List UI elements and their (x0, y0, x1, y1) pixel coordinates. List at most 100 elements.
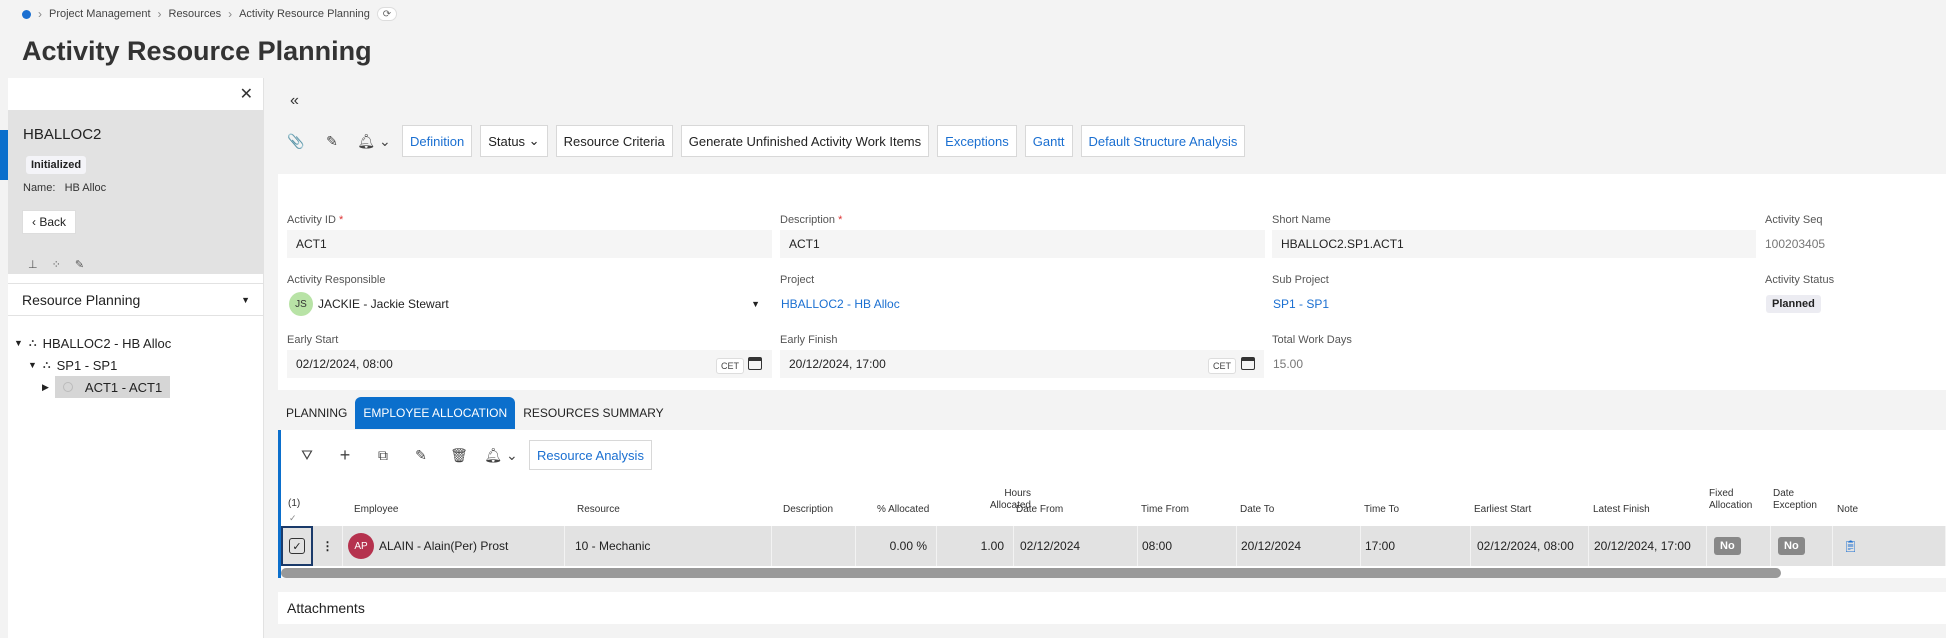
early-finish-field[interactable]: 20/12/2024, 17:00 (780, 350, 1265, 378)
navigator-select-value: Resource Planning (22, 291, 141, 308)
tab-bar: PLANNING EMPLOYEE ALLOCATION RESOURCES S… (278, 397, 672, 429)
column-header[interactable]: Date To (1240, 504, 1274, 516)
tree-node-selected[interactable]: ACT1 - ACT1 (54, 376, 171, 398)
tree-node[interactable]: ▶ ACT1 - ACT1 (42, 376, 171, 398)
status-label: Status (488, 133, 526, 149)
bell-dropdown-icon[interactable]: 🔔︎ ⌄ (354, 127, 394, 155)
timezone-badge: CET (1208, 358, 1236, 374)
status-badge: Initialized (26, 156, 87, 174)
note-icon[interactable]: 📋︎ (1833, 526, 1946, 566)
row-checkbox[interactable]: ✓ (281, 526, 313, 566)
attachments-section[interactable]: Attachments (278, 592, 1946, 624)
chevron-right-icon: › (228, 7, 233, 21)
column-header[interactable]: Resource (577, 504, 620, 516)
home-icon[interactable] (22, 9, 31, 19)
column-header[interactable]: Date Exception (1773, 488, 1817, 512)
employee-cell[interactable]: AP ALAIN - Alain(Per) Prost (343, 526, 565, 566)
toolbar: 📎 ✎ 🔔︎ ⌄ Definition Status ⌄ Resource Cr… (282, 125, 1246, 157)
column-header[interactable]: Date From (1016, 504, 1063, 516)
tree-node[interactable]: ▼ ⛬ HBALLOC2 - HB Alloc (14, 332, 171, 354)
project-label: Project (780, 274, 815, 286)
column-header[interactable]: Latest Finish (1593, 504, 1650, 516)
activity-icon (62, 382, 73, 392)
close-icon[interactable]: ✕ (240, 84, 253, 104)
caret-down-icon[interactable]: ▼ (751, 299, 760, 309)
tab-resources-summary[interactable]: RESOURCES SUMMARY (515, 397, 671, 429)
calendar-icon[interactable] (1241, 357, 1255, 370)
page-title: Activity Resource Planning (22, 36, 372, 66)
paperclip-icon[interactable]: 📎 (282, 127, 310, 155)
pencil-icon[interactable]: ✎ (75, 258, 84, 271)
column-header[interactable]: Time From (1141, 504, 1189, 516)
latest-finish-cell[interactable]: 20/12/2024, 17:00 (1589, 526, 1707, 566)
tab-planning[interactable]: PLANNING (278, 397, 355, 429)
resource-cell[interactable]: 10 - Mechanic (565, 526, 772, 566)
bell-dropdown-icon[interactable]: 🔔︎ ⌄ (483, 441, 519, 469)
tree-node[interactable]: ▼ ⛬ SP1 - SP1 (28, 354, 117, 376)
tab-employee-allocation[interactable]: EMPLOYEE ALLOCATION (355, 397, 516, 429)
definition-button[interactable]: Definition (402, 125, 473, 157)
chevron-right-icon: › (38, 7, 42, 21)
row-menu-icon[interactable]: ⋮ (313, 526, 343, 566)
responsible-field[interactable]: JS JACKIE - Jackie Stewart ▼ (287, 290, 772, 318)
generate-work-items-button[interactable]: Generate Unfinished Activity Work Items (680, 125, 930, 157)
resource-criteria-button[interactable]: Resource Criteria (555, 125, 673, 157)
back-button[interactable]: ‹ Back (22, 210, 77, 234)
description-field[interactable]: ACT1 (780, 230, 1265, 258)
date-from-cell[interactable]: 02/12/2024 (1014, 526, 1138, 566)
allocated-cell[interactable]: 0.00 % (856, 526, 937, 566)
column-header[interactable]: Earliest Start (1474, 504, 1531, 516)
column-header[interactable]: Fixed Allocation (1709, 488, 1752, 512)
navigator-select[interactable]: Resource Planning ▼ (8, 283, 264, 316)
collapse-icon[interactable]: « (290, 92, 299, 110)
resource-analysis-button[interactable]: Resource Analysis (529, 440, 652, 470)
gantt-button[interactable]: Gantt (1024, 125, 1073, 157)
breadcrumb-item[interactable]: Resources (169, 8, 222, 20)
record-code: HBALLOC2 (23, 126, 102, 143)
pencil-icon[interactable]: ✎ (318, 127, 346, 155)
column-header[interactable]: Employee (354, 504, 398, 516)
check-icon[interactable]: ✓ (289, 512, 297, 524)
status-dropdown-button[interactable]: Status ⌄ (480, 125, 548, 157)
description-cell[interactable] (772, 526, 856, 566)
grid-icon[interactable]: ⁘ (52, 258, 61, 271)
column-header[interactable]: Time To (1364, 504, 1399, 516)
date-to-cell[interactable]: 20/12/2024 (1237, 526, 1361, 566)
time-from-cell[interactable]: 08:00 (1138, 526, 1237, 566)
column-header[interactable]: Note (1837, 504, 1858, 516)
hours-cell[interactable]: 1.00 (937, 526, 1014, 566)
add-icon[interactable]: + (331, 441, 359, 469)
caret-down-icon: ▼ (241, 294, 250, 305)
exceptions-button[interactable]: Exceptions (937, 125, 1017, 157)
activity-id-field[interactable]: ACT1 (287, 230, 772, 258)
breadcrumb-item[interactable]: Project Management (49, 8, 151, 20)
horizontal-scrollbar[interactable] (281, 568, 1781, 578)
early-start-field[interactable]: 02/12/2024, 08:00 (287, 350, 772, 378)
date-exception-cell[interactable]: No (1771, 526, 1833, 566)
column-header[interactable]: % Allocated (877, 504, 929, 516)
duplicate-icon[interactable]: ⧉ (369, 441, 397, 469)
name-label: Name: (23, 182, 56, 194)
short-name-field[interactable]: HBALLOC2.SP1.ACT1 (1272, 230, 1757, 258)
filter-icon[interactable]: ⛛ (293, 441, 321, 469)
trash-icon[interactable]: 🗑︎ (445, 441, 473, 469)
pencil-icon[interactable]: ✎ (407, 441, 435, 469)
caret-down-icon[interactable]: ▼ (14, 338, 23, 348)
project-link[interactable]: HBALLOC2 - HB Alloc (772, 290, 1072, 318)
table-row[interactable]: ✓ ⋮ AP ALAIN - Alain(Per) Prost 10 - Mec… (281, 526, 1946, 566)
activity-status-label: Activity Status (1765, 274, 1835, 286)
sub-project-link[interactable]: SP1 - SP1 (1264, 290, 1564, 318)
refresh-icon[interactable]: ⟳ (376, 7, 397, 21)
time-to-cell[interactable]: 17:00 (1361, 526, 1471, 566)
calendar-icon[interactable] (748, 357, 762, 370)
fixed-allocation-cell[interactable]: No (1707, 526, 1771, 566)
breadcrumb-item: Activity Resource Planning (239, 8, 370, 20)
pin-icon[interactable]: ⊥ (28, 258, 38, 271)
name-value: HB Alloc (64, 182, 107, 194)
column-header[interactable]: Description (783, 504, 833, 516)
tree-node-label: ACT1 - ACT1 (84, 379, 163, 395)
caret-down-icon[interactable]: ▼ (28, 360, 37, 370)
caret-right-icon[interactable]: ▶ (42, 382, 49, 393)
default-structure-analysis-button[interactable]: Default Structure Analysis (1080, 125, 1246, 157)
earliest-start-cell[interactable]: 02/12/2024, 08:00 (1471, 526, 1589, 566)
